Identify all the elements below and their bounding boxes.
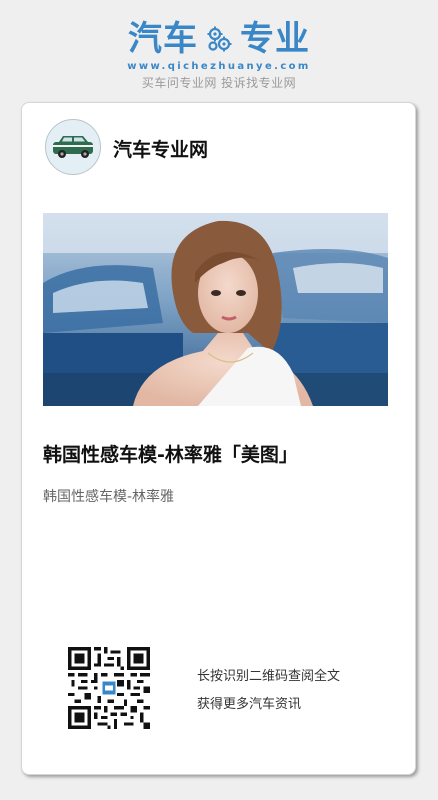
- article-subtitle: 韩国性感车模-林率雅: [43, 489, 175, 505]
- site-name: 汽车专业网: [113, 139, 209, 161]
- qr-instructions: 长按识别二维码查阅全文 获得更多汽车资讯: [197, 663, 340, 719]
- avatar: [45, 119, 101, 175]
- tagline: 买车问专业网 投诉找专业网: [141, 76, 297, 90]
- qr-instruction-line1: 长按识别二维码查阅全文: [197, 669, 341, 684]
- logo-text-left: 汽车: [128, 19, 198, 59]
- car-icon: [53, 136, 93, 158]
- brand-header: 汽车 专业 www.qichezhuanye.com 买车问专业网 投诉找专业网: [0, 18, 438, 91]
- share-card: 汽车专业网 韩国性感车模-林率雅「美图」 韩国性感车模-林率雅 长按识别二维码查…: [21, 102, 416, 775]
- article-photo[interactable]: [43, 213, 388, 406]
- qr-instruction-line2: 获得更多汽车资讯: [197, 697, 302, 712]
- article-title: 韩国性感车模-林率雅「美图」: [43, 444, 298, 466]
- logo-text-right: 专业: [240, 19, 310, 59]
- site-url: www.qichezhuanye.com: [127, 61, 311, 72]
- brand-logo: 汽车 专业: [0, 18, 438, 60]
- qr-code[interactable]: [68, 647, 150, 729]
- gear-icon: [204, 24, 234, 54]
